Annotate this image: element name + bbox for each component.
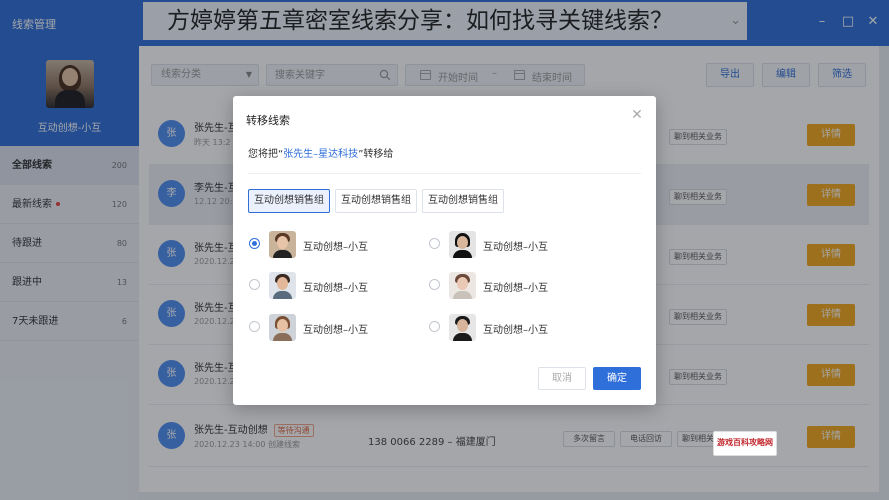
dialog-message: 您将把“张先生–星达科技”转移给 <box>248 145 393 160</box>
member-name: 互动创想–小互 <box>303 325 368 336</box>
member-name: 互动创想–小互 <box>303 242 368 253</box>
transfer-lead-dialog: 转移线索 ✕ 您将把“张先生–星达科技”转移给 互动创想销售组 互动创想销售组 … <box>233 96 656 405</box>
group-tab[interactable]: 互动创想销售组 <box>335 189 417 213</box>
avatar <box>449 272 476 299</box>
avatar <box>449 231 476 258</box>
message-target: 张先生–星达科技 <box>283 149 359 160</box>
member-option[interactable]: 互动创想–小互 <box>429 314 589 342</box>
member-name: 互动创想–小互 <box>483 283 548 294</box>
avatar <box>449 314 476 341</box>
confirm-button[interactable]: 确定 <box>593 367 641 390</box>
radio-button[interactable] <box>249 279 260 290</box>
close-icon[interactable]: ✕ <box>630 108 644 122</box>
member-option[interactable]: 互动创想–小互 <box>429 231 589 259</box>
avatar <box>269 231 296 258</box>
radio-button[interactable] <box>249 238 260 249</box>
divider <box>248 173 641 174</box>
radio-button[interactable] <box>429 321 440 332</box>
member-option[interactable]: 互动创想–小互 <box>249 314 409 342</box>
cancel-button[interactable]: 取消 <box>538 367 586 390</box>
group-tab[interactable]: 互动创想销售组 <box>422 189 504 213</box>
avatar <box>269 272 296 299</box>
member-name: 互动创想–小互 <box>483 325 548 336</box>
member-option[interactable]: 互动创想–小互 <box>429 272 589 300</box>
group-tab[interactable]: 互动创想销售组 <box>248 189 330 213</box>
dialog-title: 转移线索 <box>246 114 290 127</box>
radio-button[interactable] <box>429 238 440 249</box>
member-name: 互动创想–小互 <box>483 242 548 253</box>
member-option[interactable]: 互动创想–小互 <box>249 231 409 259</box>
avatar <box>269 314 296 341</box>
member-name: 互动创想–小互 <box>303 283 368 294</box>
message-prefix: 您将把“ <box>248 149 284 160</box>
radio-button[interactable] <box>429 279 440 290</box>
site-watermark-logo: 游戏百科攻略网 <box>713 431 777 456</box>
message-suffix: ”转移给 <box>358 149 394 160</box>
radio-button[interactable] <box>249 321 260 332</box>
member-option[interactable]: 互动创想–小互 <box>249 272 409 300</box>
watermark-text: 游戏百科攻略网 <box>717 438 773 447</box>
